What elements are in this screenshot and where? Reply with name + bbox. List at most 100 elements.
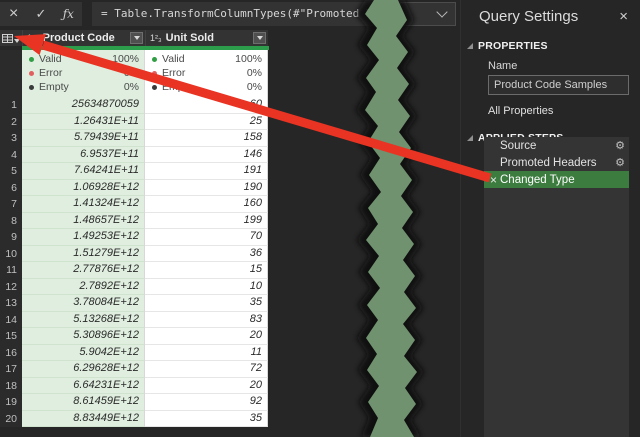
cell-unit-sold[interactable]: 35 — [145, 411, 268, 428]
stat-value: 100% — [112, 53, 139, 65]
fx-icon[interactable]: ƒx — [57, 2, 79, 26]
section-label: PROPERTIES — [478, 40, 548, 52]
formula-input[interactable]: = Table.TransformColumnTypes(#"Promoted … — [92, 2, 378, 26]
cell-unit-sold[interactable]: 199 — [145, 213, 268, 230]
cell-product-code[interactable]: 8.61459E+12 — [22, 394, 145, 411]
delete-step-icon[interactable]: × — [487, 173, 500, 187]
cell-unit-sold[interactable]: 191 — [145, 163, 268, 180]
cell-unit-sold[interactable]: 158 — [145, 130, 268, 147]
applied-step-item[interactable]: Promoted Headers ⚙ — [484, 154, 629, 171]
select-all-button[interactable] — [0, 30, 22, 46]
row-number: 10 — [0, 246, 22, 263]
table-row: 3 5.79439E+11 158 — [0, 130, 269, 147]
table-row: 12 2.7892E+12 10 — [0, 279, 269, 296]
table-row: 16 5.9042E+12 11 — [0, 345, 269, 362]
row-number: 3 — [0, 130, 22, 147]
check-icon[interactable]: ✓ — [30, 2, 52, 26]
row-number: 1 — [0, 97, 22, 114]
cell-unit-sold[interactable]: 70 — [145, 229, 268, 246]
valid-dot-icon — [152, 57, 157, 62]
formula-expand-button[interactable] — [400, 2, 456, 26]
row-number: 16 — [0, 345, 22, 362]
cell-product-code[interactable]: 1.06928E+12 — [22, 180, 145, 197]
cell-product-code[interactable]: 3.78084E+12 — [22, 295, 145, 312]
cancel-icon[interactable]: × — [3, 2, 25, 26]
table-row: 10 1.51279E+12 36 — [0, 246, 269, 263]
gear-icon[interactable]: ⚙ — [615, 139, 625, 152]
applied-steps-list: Source ⚙ Promoted Headers ⚙ × Changed Ty… — [484, 137, 629, 437]
query-name-input[interactable] — [488, 75, 629, 95]
cell-unit-sold[interactable]: 10 — [145, 279, 268, 296]
cell-unit-sold[interactable]: 160 — [145, 196, 268, 213]
row-number: 4 — [0, 147, 22, 164]
cell-product-code[interactable]: 5.9042E+12 — [22, 345, 145, 362]
properties-section-header[interactable]: PROPERTIES — [461, 40, 640, 52]
cell-product-code[interactable]: 5.79439E+11 — [22, 130, 145, 147]
cell-product-code[interactable]: 6.64231E+12 — [22, 378, 145, 395]
filter-dropdown-button[interactable] — [130, 32, 143, 44]
cell-product-code[interactable]: 2.77876E+12 — [22, 262, 145, 279]
table-row: 17 6.29628E+12 72 — [0, 361, 269, 378]
cell-unit-sold[interactable]: 35 — [145, 295, 268, 312]
cell-product-code[interactable]: 1.51279E+12 — [22, 246, 145, 263]
cell-unit-sold[interactable]: 92 — [145, 394, 268, 411]
cell-product-code[interactable]: 1.48657E+12 — [22, 213, 145, 230]
cell-product-code[interactable]: 1.41324E+12 — [22, 196, 145, 213]
table-icon — [2, 34, 13, 43]
column-quality-stats: Valid100% Error0% Empty0% Valid100% Erro… — [0, 50, 269, 97]
row-number: 11 — [0, 262, 22, 279]
name-label: Name — [488, 60, 640, 72]
cell-product-code[interactable]: 5.30896E+12 — [22, 328, 145, 345]
cell-unit-sold[interactable]: 60 — [145, 97, 268, 114]
error-dot-icon — [152, 71, 157, 76]
cell-product-code[interactable]: 2.7892E+12 — [22, 279, 145, 296]
cell-product-code[interactable]: 1.49253E+12 — [22, 229, 145, 246]
applied-step-item[interactable]: × Changed Type — [484, 171, 629, 188]
cell-product-code[interactable]: 7.64241E+11 — [22, 163, 145, 180]
stat-value: 0% — [247, 67, 262, 79]
cell-unit-sold[interactable]: 83 — [145, 312, 268, 329]
row-number: 7 — [0, 196, 22, 213]
gear-icon[interactable]: ⚙ — [615, 156, 625, 169]
cell-product-code[interactable]: 6.29628E+12 — [22, 361, 145, 378]
cell-unit-sold[interactable]: 20 — [145, 378, 268, 395]
cell-product-code[interactable]: 25634870059 — [22, 97, 145, 114]
table-row: 20 8.83449E+12 35 — [0, 411, 269, 428]
cell-unit-sold[interactable]: 36 — [145, 246, 268, 263]
cell-product-code[interactable]: 5.13268E+12 — [22, 312, 145, 329]
row-number: 19 — [0, 394, 22, 411]
cell-unit-sold[interactable]: 190 — [145, 180, 268, 197]
column-label: Unit Sold — [166, 32, 253, 44]
grid-header-row: 1²₃ Product Code 1²₃ Unit Sold — [0, 30, 269, 46]
cell-unit-sold[interactable]: 11 — [145, 345, 268, 362]
cell-product-code[interactable]: 6.9537E+11 — [22, 147, 145, 164]
filter-dropdown-button[interactable] — [253, 32, 266, 44]
stat-label: Error — [39, 67, 124, 79]
column-header-unit-sold[interactable]: 1²₃ Unit Sold — [145, 30, 268, 46]
table-row: 11 2.77876E+12 15 — [0, 262, 269, 279]
cell-unit-sold[interactable]: 146 — [145, 147, 268, 164]
formula-buttons: × ✓ ƒx — [0, 2, 82, 26]
stat-label: Valid — [39, 53, 112, 65]
table-row: 14 5.13268E+12 83 — [0, 312, 269, 329]
step-label: Promoted Headers — [500, 157, 615, 169]
cell-product-code[interactable]: 8.83449E+12 — [22, 411, 145, 428]
close-icon[interactable]: × — [617, 9, 630, 24]
cell-unit-sold[interactable]: 72 — [145, 361, 268, 378]
stat-value: 0% — [124, 81, 139, 93]
error-dot-icon — [29, 71, 34, 76]
collapse-triangle-icon — [467, 43, 473, 49]
gutter-spacer — [0, 50, 22, 97]
number-type-icon: 1²₃ — [150, 33, 162, 43]
row-number: 6 — [0, 180, 22, 197]
cell-unit-sold[interactable]: 20 — [145, 328, 268, 345]
table-row: 6 1.06928E+12 190 — [0, 180, 269, 197]
row-number: 14 — [0, 312, 22, 329]
column-header-product-code[interactable]: 1²₃ Product Code — [22, 30, 145, 46]
cell-unit-sold[interactable]: 25 — [145, 114, 268, 131]
cell-product-code[interactable]: 1.26431E+11 — [22, 114, 145, 131]
applied-step-item[interactable]: Source ⚙ — [484, 137, 629, 154]
query-settings-panel: Query Settings × PROPERTIES Name All Pro… — [460, 0, 640, 437]
cell-unit-sold[interactable]: 15 — [145, 262, 268, 279]
all-properties-link[interactable]: All Properties — [488, 105, 640, 117]
